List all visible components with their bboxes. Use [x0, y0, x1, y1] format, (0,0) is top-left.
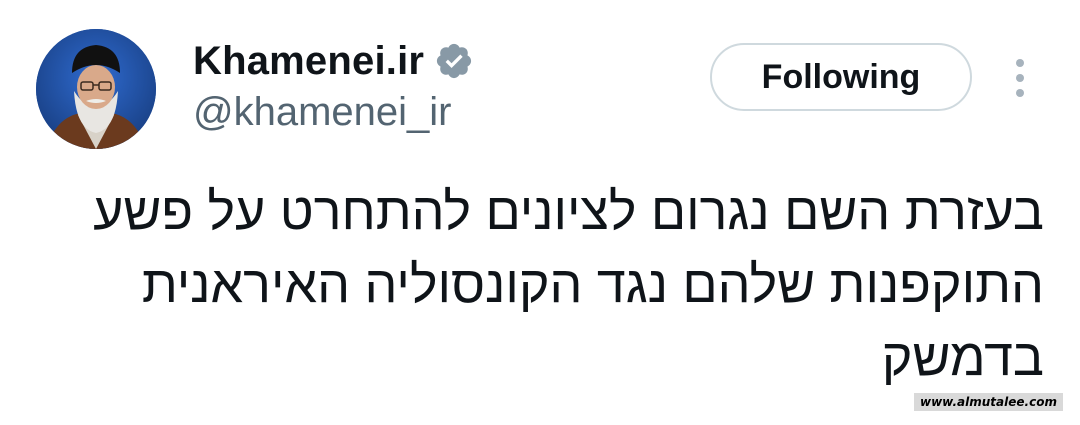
tweet-line: התוקפנות שלהם נגד הקונסוליה האיראנית [141, 256, 1044, 314]
name-row: Khamenei.ir [193, 36, 474, 86]
avatar[interactable] [36, 29, 156, 149]
user-handle[interactable]: @khamenei_ir [193, 92, 452, 132]
tweet-text: בעזרת השם נגרום לציונים להתחרט על פשע הת… [44, 176, 1044, 395]
more-vertical-icon[interactable] [1004, 56, 1036, 100]
profile-photo [36, 29, 156, 149]
verified-badge-icon [434, 41, 474, 81]
following-button[interactable]: Following [710, 43, 972, 111]
tweet-line: בדמשק [881, 329, 1044, 387]
watermark: www.almutalee.com [914, 393, 1063, 411]
display-name[interactable]: Khamenei.ir [193, 41, 424, 81]
tweet-line: בעזרת השם נגרום לציונים להתחרט על פשע [93, 183, 1044, 241]
